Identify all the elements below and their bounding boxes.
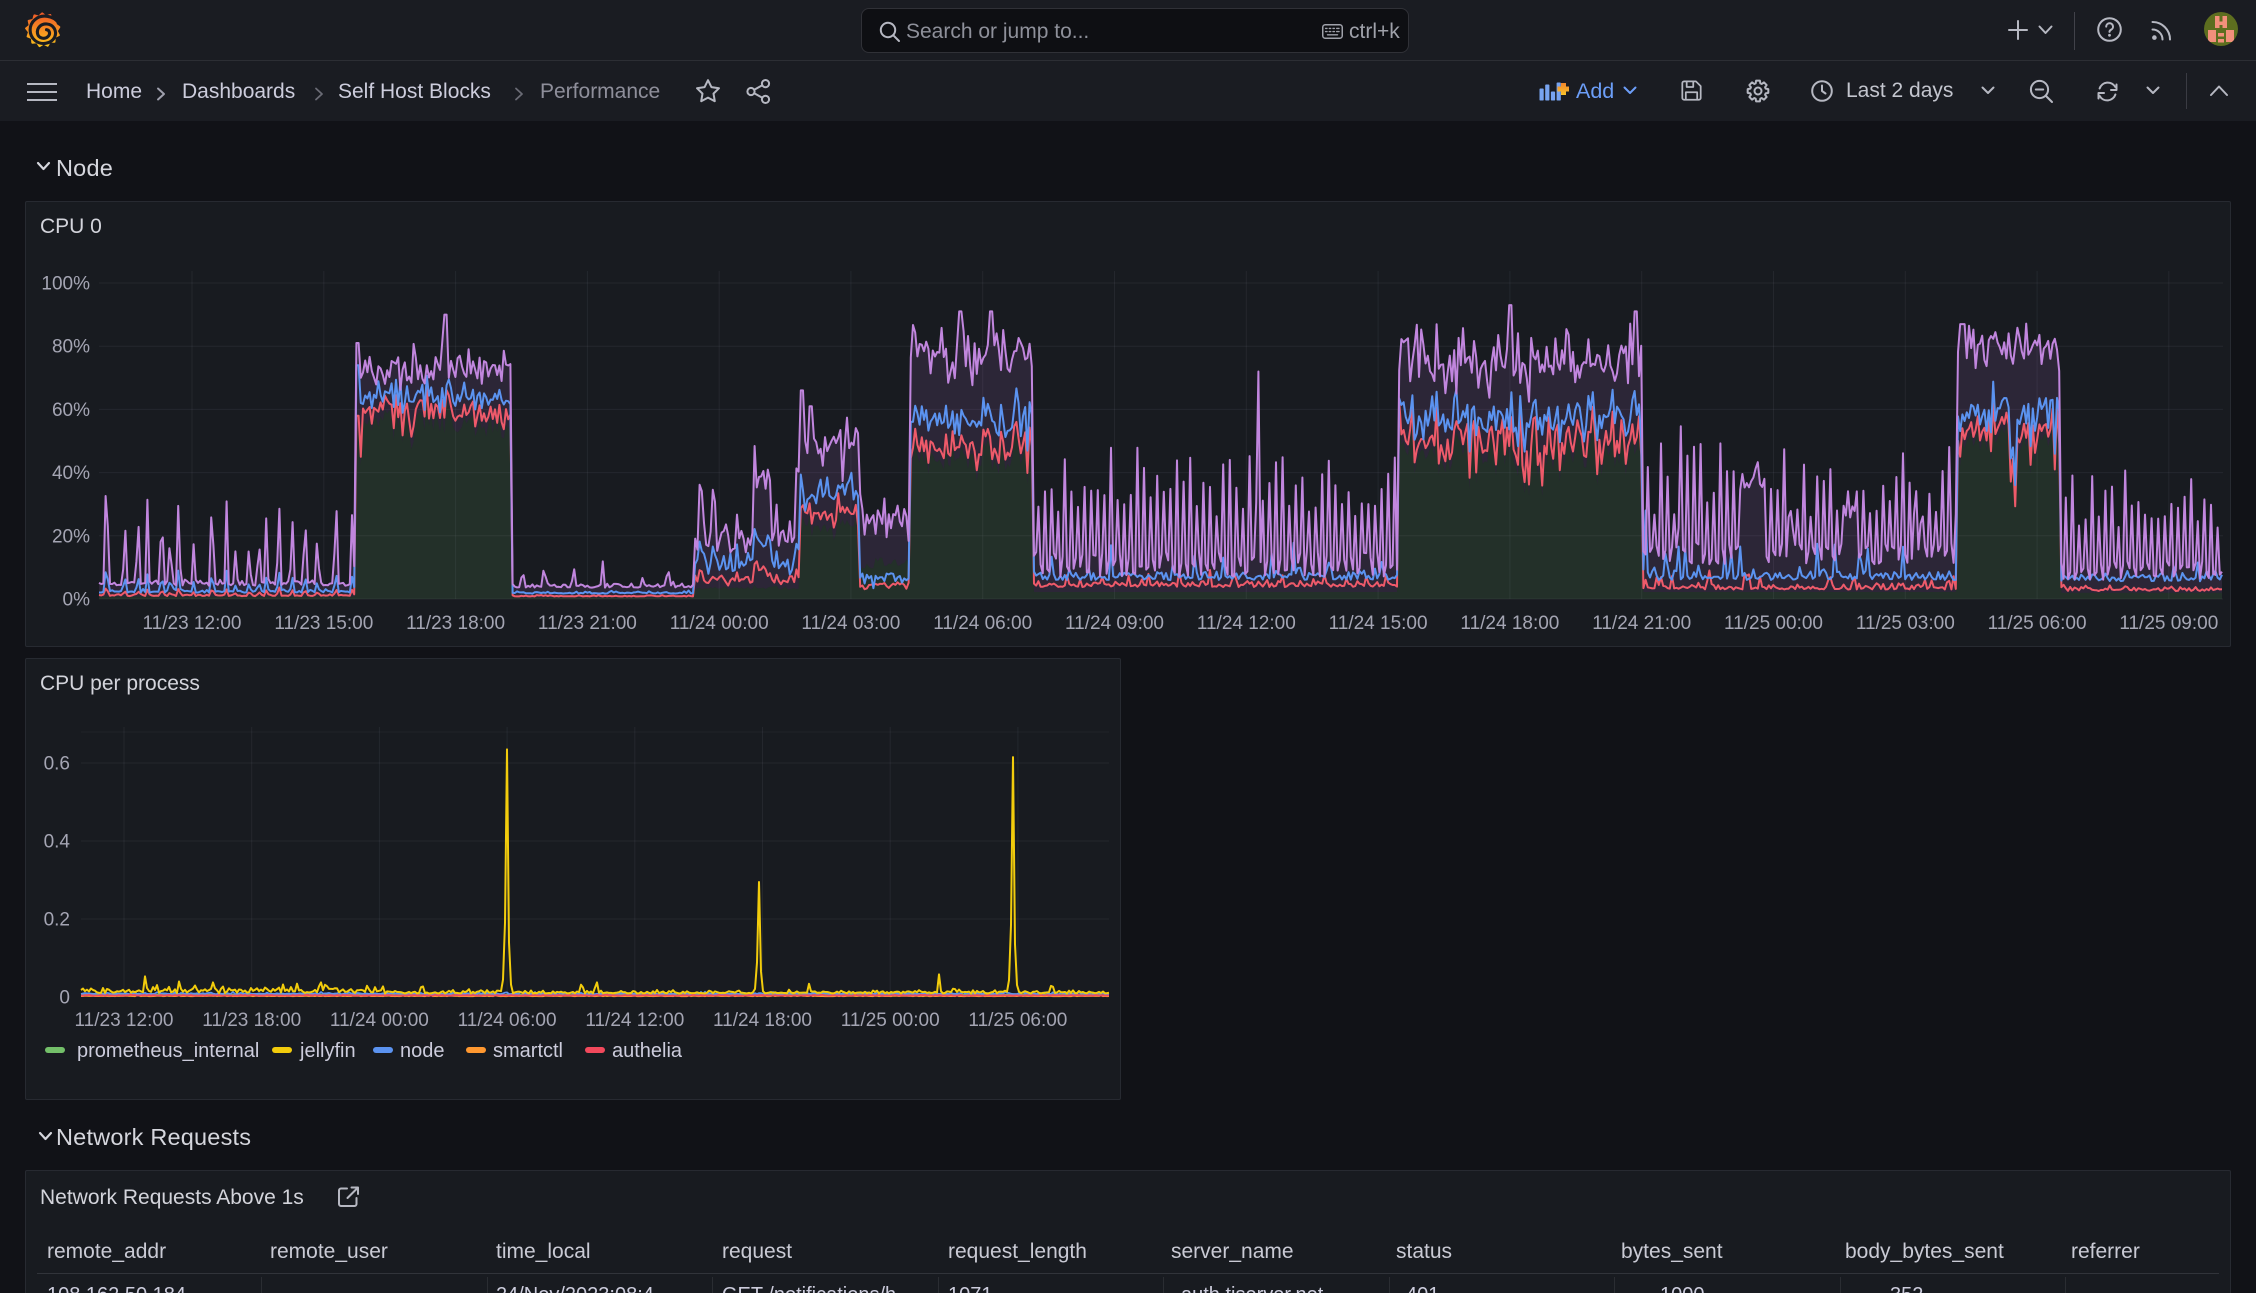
svg-text:11/24 06:00: 11/24 06:00	[933, 613, 1032, 634]
svg-text:11/23 18:00: 11/23 18:00	[202, 1010, 301, 1031]
svg-text:authelia: authelia	[612, 1040, 683, 1062]
svg-text:11/23 21:00: 11/23 21:00	[538, 613, 637, 634]
svg-text:20%: 20%	[52, 526, 90, 547]
svg-text:11/23 12:00: 11/23 12:00	[75, 1010, 174, 1031]
svg-text:11/23 12:00: 11/23 12:00	[143, 613, 242, 634]
svg-text:0.6: 0.6	[44, 754, 70, 775]
svg-text:11/24 15:00: 11/24 15:00	[1329, 613, 1428, 634]
svg-text:11/24 00:00: 11/24 00:00	[670, 613, 769, 634]
svg-text:11/24 12:00: 11/24 12:00	[1197, 613, 1296, 634]
svg-text:60%: 60%	[52, 400, 90, 421]
svg-text:40%: 40%	[52, 463, 90, 484]
svg-text:11/24 18:00: 11/24 18:00	[713, 1010, 812, 1031]
svg-text:0.4: 0.4	[44, 832, 71, 853]
svg-text:node: node	[400, 1040, 445, 1062]
svg-text:11/25 06:00: 11/25 06:00	[1988, 613, 2087, 634]
svg-text:11/25 03:00: 11/25 03:00	[1856, 613, 1955, 634]
svg-text:11/24 06:00: 11/24 06:00	[458, 1010, 557, 1031]
svg-text:11/24 09:00: 11/24 09:00	[1065, 613, 1164, 634]
svg-text:0: 0	[59, 988, 70, 1009]
svg-text:11/25 00:00: 11/25 00:00	[1724, 613, 1823, 634]
svg-text:11/24 18:00: 11/24 18:00	[1460, 613, 1559, 634]
svg-text:11/25 09:00: 11/25 09:00	[2119, 613, 2218, 634]
svg-text:11/25 06:00: 11/25 06:00	[968, 1010, 1067, 1031]
svg-text:prometheus_internal: prometheus_internal	[77, 1040, 259, 1062]
svg-text:11/25 00:00: 11/25 00:00	[841, 1010, 940, 1031]
svg-text:11/24 00:00: 11/24 00:00	[330, 1010, 429, 1031]
svg-text:jellyfin: jellyfin	[299, 1040, 356, 1062]
svg-text:11/24 03:00: 11/24 03:00	[801, 613, 900, 634]
svg-text:0%: 0%	[63, 590, 91, 611]
svg-text:80%: 80%	[52, 337, 90, 358]
svg-text:11/24 21:00: 11/24 21:00	[1592, 613, 1691, 634]
svg-text:0.2: 0.2	[44, 910, 70, 931]
svg-text:11/23 18:00: 11/23 18:00	[406, 613, 505, 634]
svg-text:11/23 15:00: 11/23 15:00	[274, 613, 373, 634]
svg-text:smartctl: smartctl	[493, 1040, 563, 1062]
svg-text:100%: 100%	[41, 274, 90, 295]
svg-text:11/24 12:00: 11/24 12:00	[585, 1010, 684, 1031]
